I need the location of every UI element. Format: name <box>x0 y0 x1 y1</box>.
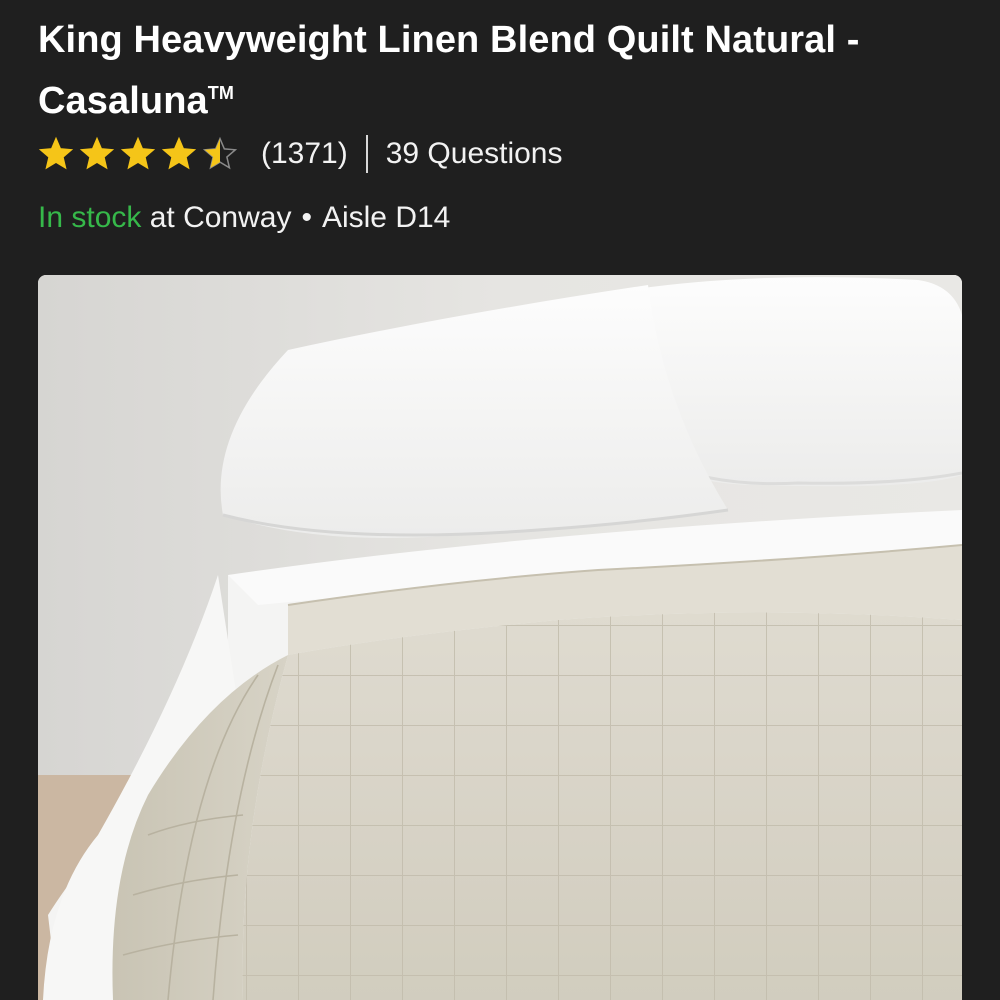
review-count-link[interactable]: (1371) <box>261 137 348 171</box>
star-icon <box>79 136 115 170</box>
product-image[interactable] <box>38 275 962 1000</box>
stock-status: In stock <box>38 201 142 234</box>
star-icon <box>161 136 197 170</box>
availability-row: In stock at Conway • Aisle D14 <box>38 196 450 240</box>
star-rating[interactable] <box>38 136 243 172</box>
product-title: King Heavyweight Linen Blend Quilt Natur… <box>38 14 958 128</box>
star-icon <box>120 136 156 170</box>
questions-link[interactable]: 39 Questions <box>386 137 563 171</box>
star-half-icon <box>202 136 238 170</box>
rating-row: (1371) 39 Questions <box>38 132 563 176</box>
store-location[interactable]: at Conway <box>141 201 292 235</box>
product-detail-page: King Heavyweight Linen Blend Quilt Natur… <box>0 0 1000 1000</box>
rating-divider <box>365 135 368 173</box>
trademark-symbol: TM <box>207 83 234 103</box>
quilt-on-bed-illustration <box>38 275 962 1000</box>
aisle-location: Aisle D14 <box>321 201 451 234</box>
bullet-separator: • <box>301 201 312 234</box>
star-icon <box>38 136 74 170</box>
product-title-text: King Heavyweight Linen Blend Quilt Natur… <box>38 19 860 122</box>
